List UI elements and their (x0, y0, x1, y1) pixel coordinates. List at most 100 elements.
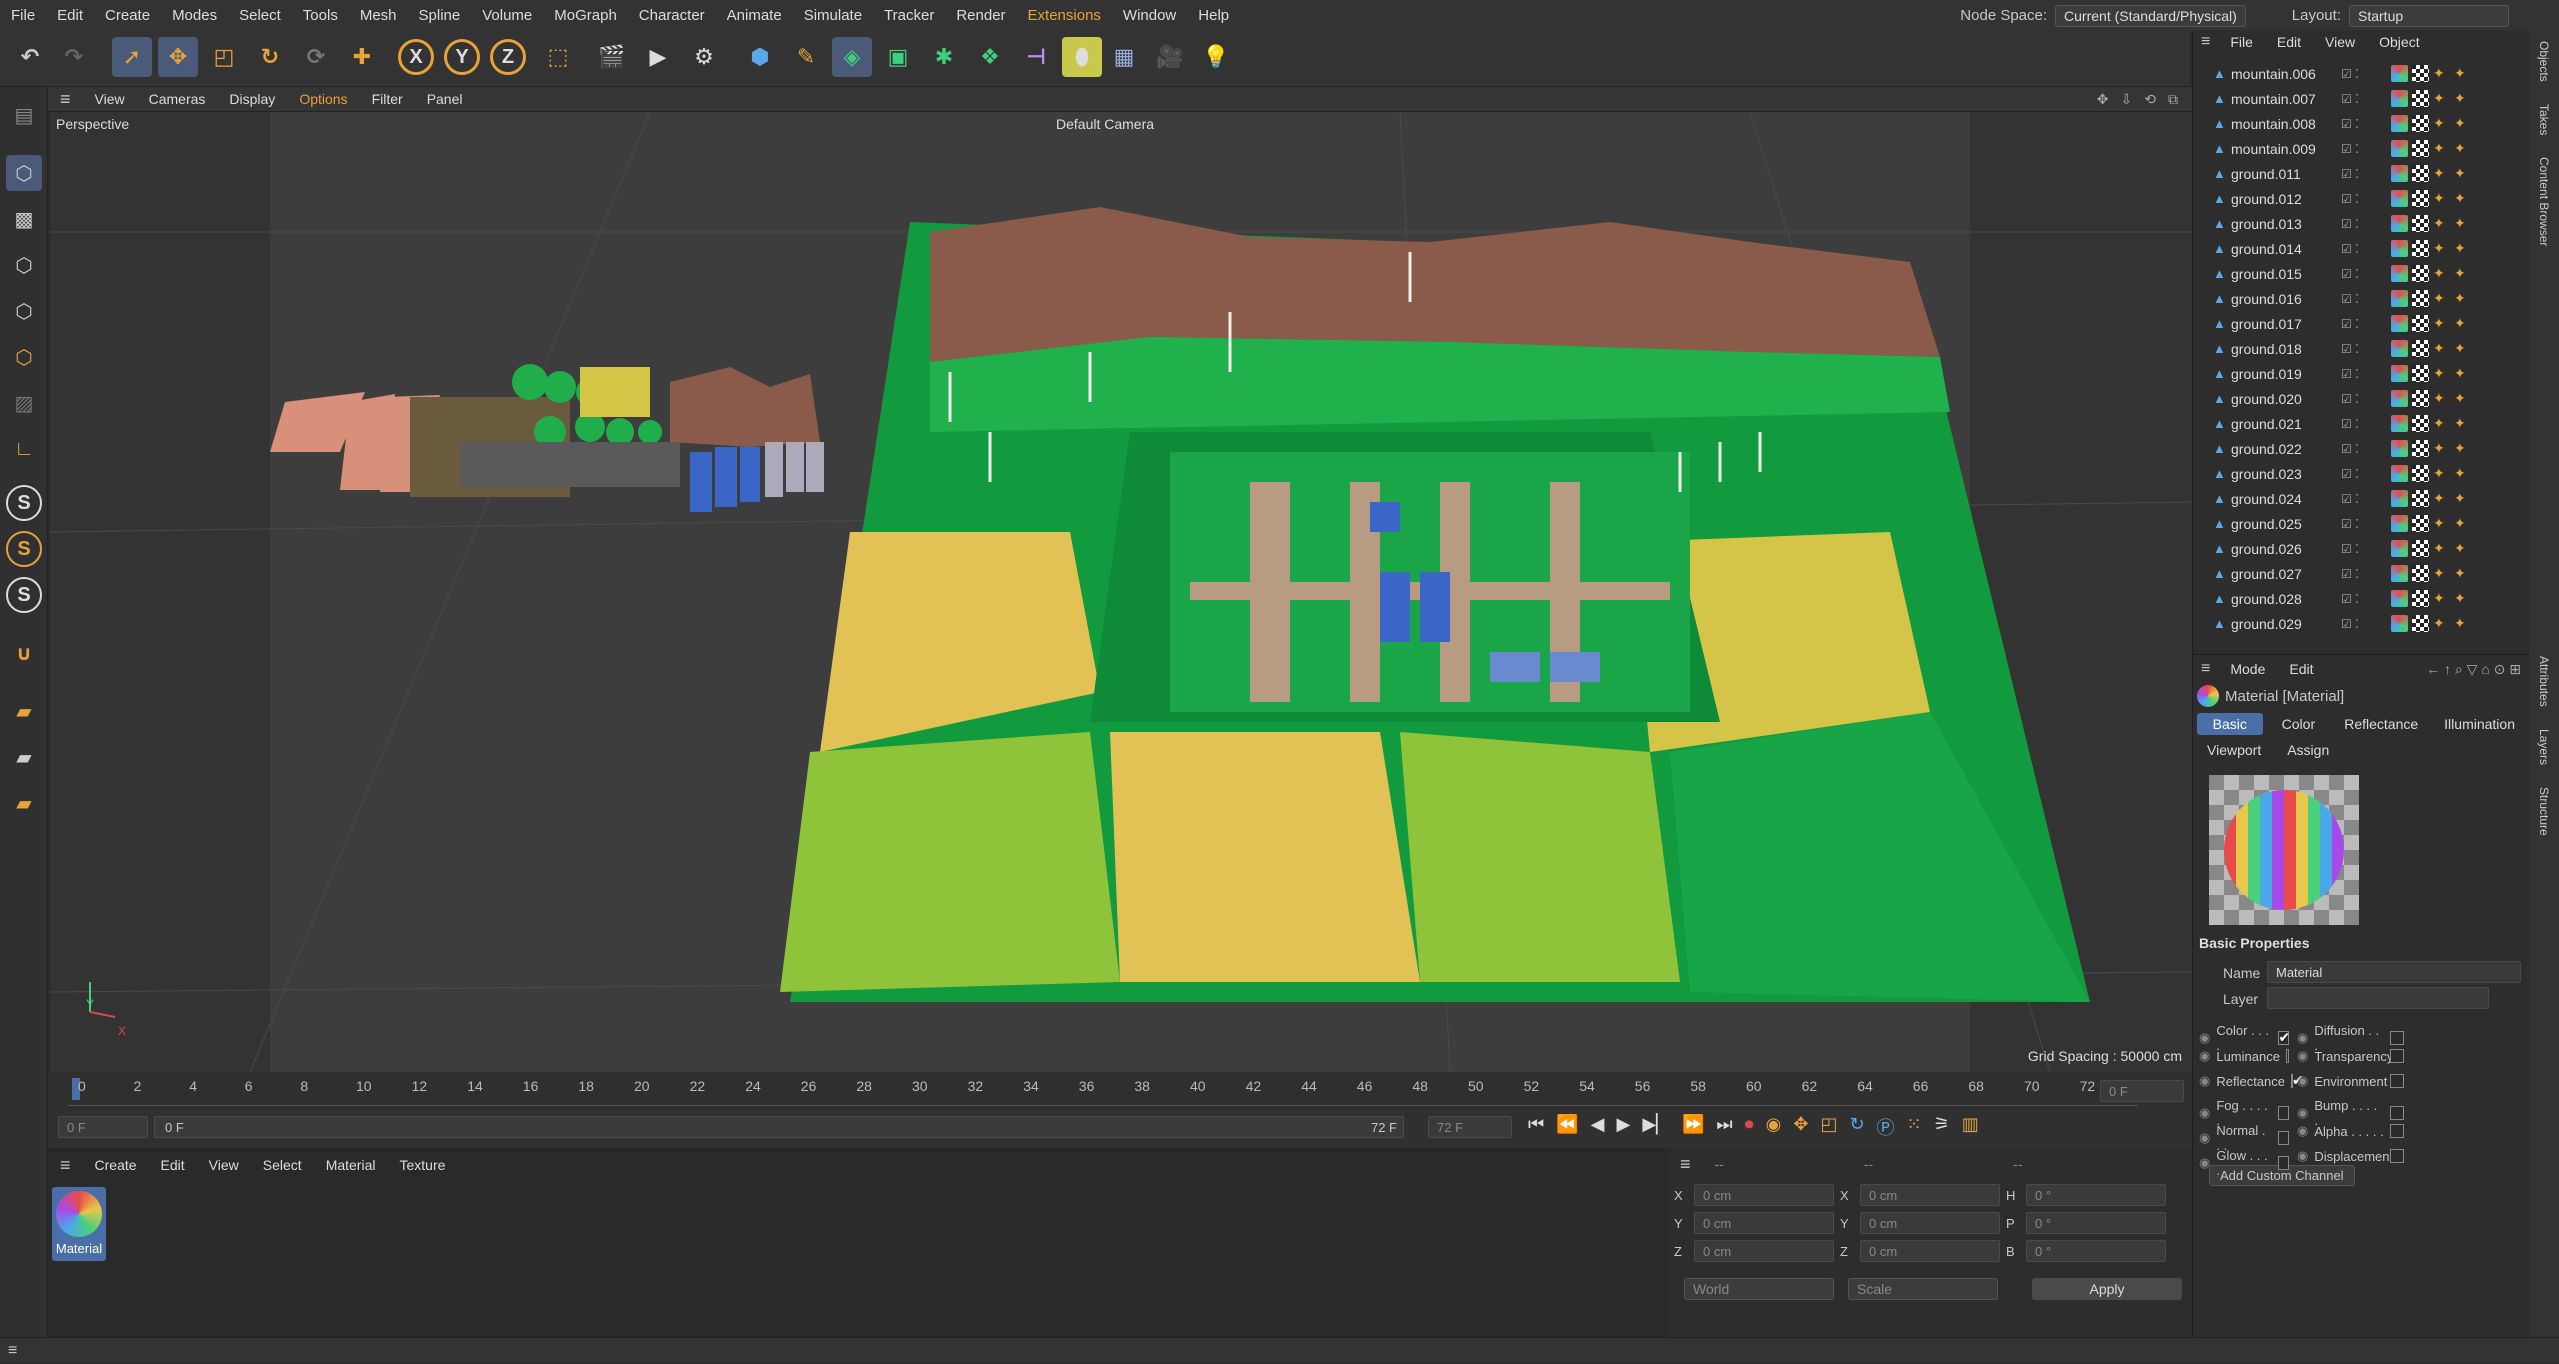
key-position-icon[interactable]: ✥ (1793, 1114, 1808, 1140)
material-tag-icon[interactable] (2412, 415, 2429, 432)
material-tag-icon[interactable]: ✦ (2433, 515, 2450, 532)
visibility-toggle-icon[interactable]: ☑ ⁚ (2341, 617, 2359, 631)
prev-key-icon[interactable]: ⏪ (1556, 1114, 1578, 1140)
mat-menu-material[interactable]: Material (314, 1157, 388, 1173)
channel-anim-radio-icon[interactable]: ◉ (2297, 1105, 2308, 1121)
visibility-toggle-icon[interactable]: ☑ ⁚ (2341, 117, 2359, 131)
edges-mode-icon[interactable]: ⬡ (6, 293, 42, 329)
attr-menu-mode[interactable]: Mode (2218, 661, 2277, 677)
material-tag-icon[interactable] (2412, 615, 2429, 632)
channel-checkbox[interactable] (2390, 1124, 2405, 1138)
material-tag-icon[interactable]: ✦ (2433, 140, 2450, 157)
autokey-icon[interactable]: ◉ (1766, 1114, 1782, 1140)
channel-checkbox[interactable] (2291, 1072, 2304, 1089)
polygons-mode-icon[interactable]: ⬡ (6, 339, 42, 375)
object-row[interactable]: ▲ ground.024 ☑ ⁚ ✦ ✦ (2193, 486, 2529, 511)
visibility-toggle-icon[interactable]: ☑ ⁚ (2341, 542, 2359, 556)
object-row[interactable]: ▲ mountain.006 ☑ ⁚ ✦ ✦ (2193, 61, 2529, 86)
material-tag-icon[interactable]: ✦ (2433, 165, 2450, 182)
channel-checkbox[interactable] (2277, 1029, 2291, 1046)
material-tag-icon[interactable] (2412, 440, 2429, 457)
tab-color[interactable]: Color (2269, 713, 2329, 735)
visibility-toggle-icon[interactable]: ☑ ⁚ (2341, 492, 2359, 506)
object-row[interactable]: ▲ ground.029 ☑ ⁚ ✦ ✦ (2193, 611, 2529, 636)
grid-plane-icon[interactable]: ▰ (6, 693, 42, 729)
obj-menu-file[interactable]: File (2218, 34, 2265, 50)
channel-anim-radio-icon[interactable]: ◉ (2199, 1030, 2210, 1046)
material-tag-icon[interactable] (2412, 565, 2429, 582)
material-tag-icon[interactable]: ✦ (2454, 90, 2471, 107)
menu-mograph[interactable]: MoGraph (543, 7, 628, 24)
menu-simulate[interactable]: Simulate (793, 7, 873, 24)
object-row[interactable]: ▲ ground.026 ☑ ⁚ ✦ ✦ (2193, 536, 2529, 561)
material-tag-icon[interactable]: ✦ (2433, 615, 2450, 632)
menu-window[interactable]: Window (1112, 7, 1187, 24)
material-tag-icon[interactable]: ✦ (2454, 565, 2471, 582)
camera-icon[interactable]: 🎥 (1150, 37, 1190, 77)
tab-reflectance[interactable]: Reflectance (2334, 713, 2428, 735)
node-space-dropdown[interactable]: Current (Standard/Physical) (2055, 4, 2246, 27)
visibility-toggle-icon[interactable]: ☑ ⁚ (2341, 342, 2359, 356)
visibility-toggle-icon[interactable]: ☑ ⁚ (2341, 442, 2359, 456)
material-tag-icon[interactable]: ✦ (2454, 65, 2471, 82)
vp-menu-view[interactable]: View (83, 91, 137, 107)
coord-value-field[interactable]: 0 ° (2026, 1240, 2166, 1262)
channel-checkbox[interactable] (2390, 1149, 2405, 1163)
side-tab-takes[interactable]: Takes (2537, 104, 2551, 135)
material-tag-icon[interactable] (2391, 415, 2408, 432)
material-tag-icon[interactable] (2391, 115, 2408, 132)
object-row[interactable]: ▲ ground.027 ☑ ⁚ ✦ ✦ (2193, 561, 2529, 586)
channel-anim-radio-icon[interactable]: ◉ (2199, 1048, 2210, 1064)
visibility-toggle-icon[interactable]: ☑ ⁚ (2341, 192, 2359, 206)
object-row[interactable]: ▲ ground.025 ☑ ⁚ ✦ ✦ (2193, 511, 2529, 536)
hamburger-icon[interactable]: ≡ (1670, 1154, 1701, 1175)
object-row[interactable]: ▲ ground.019 ☑ ⁚ ✦ ✦ (2193, 361, 2529, 386)
mat-menu-select[interactable]: Select (251, 1157, 314, 1173)
menu-file[interactable]: File (0, 7, 46, 24)
material-tag-icon[interactable] (2391, 190, 2408, 207)
light-icon[interactable]: 💡 (1196, 37, 1236, 77)
record-icon[interactable]: ⏺ (1745, 1114, 1754, 1140)
material-tag-icon[interactable]: ✦ (2454, 515, 2471, 532)
move-tool-icon[interactable]: ✥ (158, 37, 198, 77)
material-tag-icon[interactable] (2412, 265, 2429, 282)
material-tag-icon[interactable] (2412, 165, 2429, 182)
visibility-toggle-icon[interactable]: ☑ ⁚ (2341, 367, 2359, 381)
snap-icon[interactable]: ∪ (6, 635, 42, 671)
material-tag-icon[interactable]: ✦ (2454, 540, 2471, 557)
side-tab-layers[interactable]: Layers (2537, 729, 2551, 765)
uv-mode-icon[interactable]: ▨ (6, 385, 42, 421)
boole-icon[interactable]: ❖ (970, 37, 1010, 77)
channel-anim-radio-icon[interactable]: ◉ (2199, 1130, 2210, 1146)
hamburger-icon[interactable]: ≡ (2193, 33, 2218, 51)
visibility-toggle-icon[interactable]: ☑ ⁚ (2341, 217, 2359, 231)
menu-spline[interactable]: Spline (408, 7, 472, 24)
menu-extensions[interactable]: Extensions (1017, 7, 1112, 24)
object-row[interactable]: ▲ ground.020 ☑ ⁚ ✦ ✦ (2193, 386, 2529, 411)
visibility-toggle-icon[interactable]: ☑ ⁚ (2341, 517, 2359, 531)
coord-value-field[interactable]: 0 cm (1694, 1184, 1834, 1206)
layout-dropdown[interactable]: Startup (2349, 4, 2509, 27)
material-tag-icon[interactable] (2412, 115, 2429, 132)
material-tag-icon[interactable] (2391, 590, 2408, 607)
material-tag-icon[interactable] (2412, 540, 2429, 557)
material-tag-icon[interactable]: ✦ (2454, 240, 2471, 257)
axis-x-lock[interactable]: X (398, 39, 434, 75)
material-tag-icon[interactable] (2391, 465, 2408, 482)
visibility-toggle-icon[interactable]: ☑ ⁚ (2341, 67, 2359, 81)
visibility-toggle-icon[interactable]: ☑ ⁚ (2341, 417, 2359, 431)
channel-anim-radio-icon[interactable]: ◉ (2297, 1073, 2308, 1089)
material-tag-icon[interactable] (2412, 240, 2429, 257)
coord-value-field[interactable]: 0 cm (1860, 1184, 2000, 1206)
object-row[interactable]: ▲ ground.014 ☑ ⁚ ✦ ✦ (2193, 236, 2529, 261)
add-tool-icon[interactable]: ✚ (342, 37, 382, 77)
material-tag-icon[interactable]: ✦ (2433, 115, 2450, 132)
channel-checkbox[interactable] (2285, 1049, 2289, 1063)
material-tag-icon[interactable]: ✦ (2454, 615, 2471, 632)
render-picture-icon[interactable]: ▶ (638, 37, 678, 77)
channel-anim-radio-icon[interactable]: ◉ (2199, 1105, 2210, 1121)
material-tag-icon[interactable] (2391, 440, 2408, 457)
material-tag-icon[interactable] (2391, 490, 2408, 507)
select-tool-icon[interactable]: ➚ (112, 37, 152, 77)
visibility-toggle-icon[interactable]: ☑ ⁚ (2341, 567, 2359, 581)
